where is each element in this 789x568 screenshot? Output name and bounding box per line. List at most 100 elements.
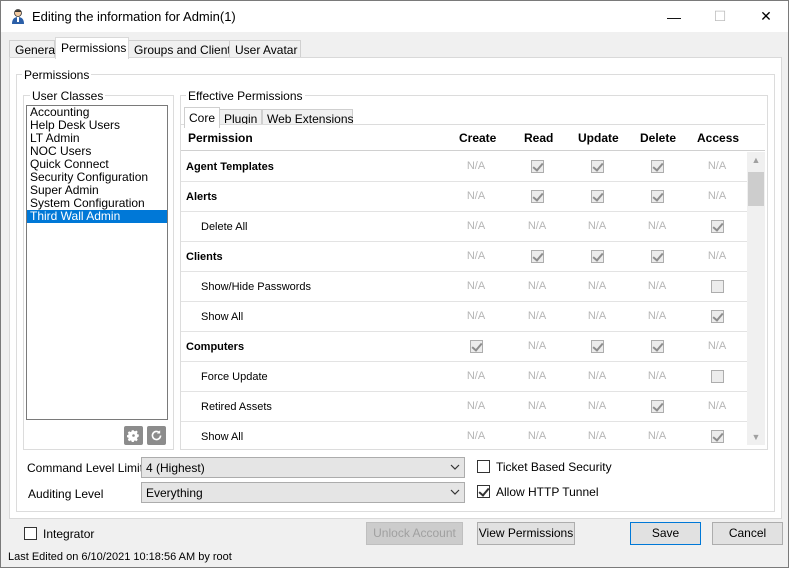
access-na: N/A (707, 190, 727, 202)
grid-header: Permission Create Read Update Delete Acc… (181, 125, 765, 151)
delete-checkbox[interactable] (637, 190, 677, 203)
minimize-button[interactable]: — (651, 1, 697, 32)
list-item-selected[interactable]: Third Wall Admin (27, 210, 167, 223)
create-na: N/A (466, 370, 486, 382)
create-na: N/A (466, 190, 486, 202)
checkbox-icon (530, 250, 544, 263)
class-refresh-button[interactable] (147, 426, 166, 445)
update-checkbox[interactable] (577, 160, 617, 173)
checkbox-icon (710, 310, 724, 323)
table-row: Computers N/A N/A (181, 332, 747, 362)
view-permissions-button[interactable]: View Permissions (477, 522, 575, 545)
read-checkbox[interactable] (517, 160, 557, 173)
table-row: Retired Assets N/A N/A N/A N/A (181, 392, 747, 422)
class-settings-button[interactable] (124, 426, 143, 445)
save-button[interactable]: Save (630, 522, 701, 545)
read-checkbox[interactable] (517, 250, 557, 263)
column-header-delete: Delete (640, 131, 677, 145)
auditing-level-select[interactable]: Everything (141, 482, 465, 503)
permission-name: Alerts (186, 191, 218, 203)
access-na: N/A (707, 340, 727, 352)
cancel-button[interactable]: Cancel (712, 522, 783, 545)
access-checkbox[interactable] (697, 220, 737, 233)
access-checkbox[interactable] (697, 310, 737, 323)
allow-http-tunnel-checkbox[interactable] (477, 485, 490, 498)
checkbox-icon (590, 340, 604, 353)
effective-permissions-label: Effective Permissions (186, 89, 305, 103)
checkbox-icon (710, 430, 724, 443)
checkbox-icon (650, 250, 664, 263)
gear-icon (127, 430, 139, 442)
delete-na: N/A (647, 220, 667, 232)
update-na: N/A (587, 280, 607, 292)
update-checkbox[interactable] (577, 250, 617, 263)
window-title: Editing the information for Admin(1) (32, 9, 236, 24)
tab-general[interactable]: General (9, 40, 58, 58)
permission-name: Force Update (201, 371, 268, 383)
checkbox-icon (590, 160, 604, 173)
permission-name: Show/Hide Passwords (201, 281, 312, 293)
access-na: N/A (707, 400, 727, 412)
read-na: N/A (527, 310, 547, 322)
update-checkbox[interactable] (577, 190, 617, 203)
update-checkbox[interactable] (577, 340, 617, 353)
delete-checkbox[interactable] (637, 340, 677, 353)
access-checkbox[interactable] (697, 370, 737, 383)
integrator-checkbox[interactable] (24, 527, 37, 540)
column-header-read: Read (524, 131, 554, 145)
column-header-update: Update (578, 131, 619, 145)
delete-na: N/A (647, 310, 667, 322)
permission-name: Agent Templates (186, 161, 274, 173)
close-button[interactable]: ✕ (743, 1, 789, 32)
column-header-create: Create (459, 131, 497, 145)
checkbox-icon (710, 220, 724, 233)
checkbox-icon (650, 160, 664, 173)
permissions-grid[interactable]: Permission Create Read Update Delete Acc… (181, 124, 765, 445)
create-na: N/A (466, 160, 486, 172)
subtab-core[interactable]: Core (184, 107, 220, 128)
create-na: N/A (466, 280, 486, 292)
access-checkbox[interactable] (697, 430, 737, 443)
checkbox-icon (710, 370, 724, 383)
title-bar: Editing the information for Admin(1) — ☐… (1, 1, 788, 32)
table-row: Alerts N/A N/A (181, 182, 747, 212)
read-checkbox[interactable] (517, 190, 557, 203)
read-na: N/A (527, 220, 547, 232)
access-na: N/A (707, 160, 727, 172)
table-row: Clients N/A N/A (181, 242, 747, 272)
grid-scrollbar[interactable]: ▲ ▼ (747, 152, 765, 445)
column-header-permission: Permission (188, 131, 253, 145)
scroll-up-icon[interactable]: ▲ (747, 152, 765, 169)
user-icon (12, 9, 24, 24)
access-checkbox[interactable] (697, 280, 737, 293)
tab-user-avatar[interactable]: User Avatar (229, 40, 301, 58)
create-na: N/A (466, 430, 486, 442)
checkbox-icon (650, 190, 664, 203)
delete-na: N/A (647, 430, 667, 442)
table-row: Show All N/A N/A N/A N/A (181, 302, 747, 332)
tab-permissions[interactable]: Permissions (55, 37, 129, 59)
delete-checkbox[interactable] (637, 160, 677, 173)
unlock-account-button[interactable]: Unlock Account (366, 522, 463, 545)
scroll-thumb[interactable] (748, 172, 764, 206)
create-na: N/A (466, 250, 486, 262)
refresh-icon (151, 430, 162, 441)
checkbox-icon (710, 280, 724, 293)
update-na: N/A (587, 220, 607, 232)
permission-name: Computers (186, 341, 245, 353)
permission-name: Show All (201, 311, 244, 323)
command-level-select[interactable]: 4 (Highest) (141, 457, 465, 478)
permission-name: Delete All (201, 221, 248, 233)
ticket-based-security-checkbox[interactable] (477, 460, 490, 473)
read-na: N/A (527, 430, 547, 442)
chevron-down-icon (450, 464, 460, 470)
maximize-button[interactable]: ☐ (697, 1, 743, 32)
user-classes-list[interactable]: Accounting Help Desk Users LT Admin NOC … (26, 105, 168, 420)
delete-checkbox[interactable] (637, 250, 677, 263)
tab-groups-and-clients[interactable]: Groups and Clients (128, 40, 237, 58)
delete-checkbox[interactable] (637, 400, 677, 413)
user-edit-window: Editing the information for Admin(1) — ☐… (0, 0, 789, 568)
scroll-down-icon[interactable]: ▼ (747, 429, 765, 445)
create-checkbox[interactable] (456, 340, 496, 353)
table-row: Show/Hide Passwords N/A N/A N/A N/A (181, 272, 747, 302)
